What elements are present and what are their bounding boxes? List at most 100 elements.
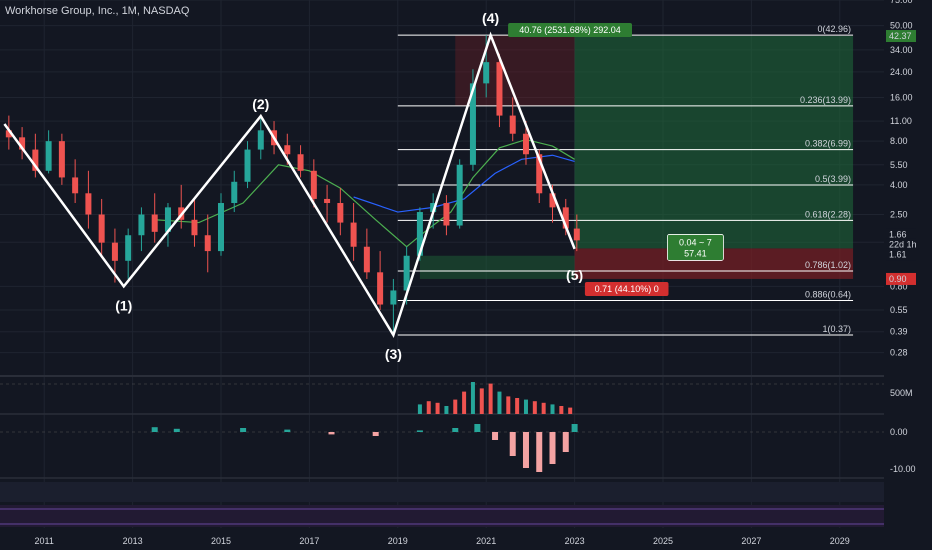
y-tick-label: 16.00 (890, 92, 913, 102)
y-tick-label: 24.00 (890, 67, 913, 77)
volume-bar (541, 402, 546, 414)
wave-label: (2) (252, 96, 269, 112)
price-badge: 1.61 (889, 249, 907, 259)
y-tick-label: 34.00 (890, 45, 913, 55)
candle-body (244, 149, 251, 182)
volume-bar (488, 383, 493, 414)
macd-histogram-bar (240, 428, 247, 432)
macd-histogram-bar (416, 430, 423, 432)
y-tick-label: 2.50 (890, 210, 908, 220)
candle-body (509, 115, 516, 134)
y-tick-label: 75.00 (890, 0, 913, 5)
symbol-title: Workhorse Group, Inc., 1M, NASDAQ (5, 5, 190, 17)
y-tick-label: 4.00 (890, 180, 908, 190)
x-tick-label: 2025 (653, 536, 673, 546)
volume-bar (550, 404, 555, 414)
macd-histogram-bar (522, 432, 529, 468)
macd-histogram-bar (452, 428, 459, 432)
volume-bar (479, 388, 484, 414)
trading-chart[interactable]: 0(42.96) 0.236(13.99) 0.382(6.99) 0.5(3.99)… (0, 0, 932, 550)
macd-histogram-bar (509, 432, 516, 456)
macd-histogram-bar (571, 424, 578, 432)
macd-histogram-bar (549, 432, 556, 464)
macd-histogram-bar (372, 432, 379, 436)
candle-body (456, 164, 463, 226)
candle-body (390, 290, 397, 305)
macd-histogram-bar (474, 424, 481, 432)
candle-body (324, 198, 331, 204)
x-tick-label: 2027 (741, 536, 761, 546)
candle-body (191, 219, 198, 236)
macd-histogram-bar (284, 429, 291, 432)
fib-level-label: 0(42.96) (818, 24, 852, 34)
wave-label: (1) (115, 297, 132, 313)
ratio-label-2: 57.41 (684, 248, 707, 258)
fib-level-label: 0.618(2.28) (805, 209, 851, 219)
candle-body (125, 235, 132, 261)
fib-level-label: 0.786(1.02) (805, 260, 851, 270)
candle-body (231, 181, 238, 204)
x-tick-label: 2013 (123, 536, 143, 546)
candle-body (443, 203, 450, 226)
volume-axis-label: 500M (890, 388, 913, 398)
macd-histogram-bar (328, 432, 335, 435)
volume-bar (559, 406, 564, 414)
volume-bar (515, 398, 520, 414)
x-tick-label: 2021 (476, 536, 496, 546)
volume-bar (444, 406, 449, 414)
x-tick-label: 2029 (830, 536, 850, 546)
macd-histogram-bar (536, 432, 543, 472)
macd-histogram-bar (492, 432, 499, 440)
volume-bar (417, 404, 422, 414)
candle-body (522, 133, 529, 155)
candle-body (483, 62, 490, 84)
macd-tick-label: 0.00 (890, 427, 908, 437)
volume-bar (462, 391, 467, 414)
fib-level-label: 0.5(3.99) (815, 174, 851, 184)
indicator-pane-bg (0, 482, 884, 502)
candle-body (350, 222, 357, 247)
fib-level-label: 1(0.37) (823, 324, 852, 334)
wave-label: (3) (385, 346, 402, 362)
volume-bar (497, 391, 502, 414)
candle-body (204, 235, 211, 252)
ratio-label-1: 0.04 ~ 7 (679, 237, 712, 247)
candle-body (151, 214, 158, 232)
fib-level-label: 0.382(6.99) (805, 139, 851, 149)
candle-body (85, 193, 92, 215)
old-profit-zone (419, 255, 575, 279)
y-tick-label: 0.39 (890, 327, 908, 337)
candle-body (257, 130, 264, 150)
wave-label: (5) (566, 267, 583, 283)
volume-bar (435, 402, 440, 414)
target-label: 40.76 (2531.68%) 292.04 (519, 25, 621, 35)
price-badge: 22d 1h (889, 239, 917, 249)
y-tick-label: 0.55 (890, 305, 908, 315)
volume-bar (506, 396, 511, 414)
x-tick-label: 2011 (35, 536, 54, 546)
candle-body (98, 214, 105, 243)
x-tick-label: 2019 (388, 536, 408, 546)
volume-bar (453, 399, 458, 414)
candle-body (573, 228, 580, 241)
candle-body (111, 242, 118, 261)
candle-body (297, 154, 304, 171)
macd-tick-label: -10.00 (890, 464, 916, 474)
y-tick-label: 8.00 (890, 136, 908, 146)
candle-body (496, 62, 503, 116)
x-tick-label: 2023 (565, 536, 585, 546)
macd-histogram-bar (151, 427, 158, 432)
volume-bar (523, 399, 528, 414)
macd-histogram-bar (173, 428, 180, 432)
x-tick-label: 2015 (211, 536, 231, 546)
stop-label: 0.71 (44.10%) 0 (595, 284, 659, 294)
y-tick-label: 11.00 (890, 116, 912, 126)
candle-body (58, 141, 65, 178)
candle-body (138, 214, 145, 236)
candle-body (72, 177, 79, 194)
candle-body (337, 203, 344, 223)
volume-bar (532, 401, 537, 414)
y-tick-label: 0.28 (890, 348, 908, 358)
candle-body (218, 203, 224, 252)
fib-level-label: 0.886(0.64) (805, 289, 851, 299)
